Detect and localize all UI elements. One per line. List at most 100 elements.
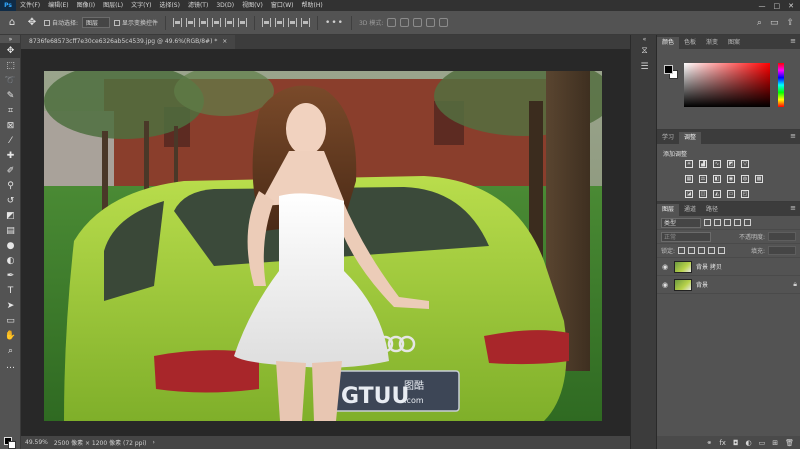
maximize-button[interactable]: □ [774, 2, 781, 10]
color-balance-icon[interactable]: ⚖ [699, 175, 707, 183]
align-top-icon[interactable] [212, 18, 222, 27]
layer-style-icon[interactable]: fx [719, 439, 726, 447]
visibility-eye-icon[interactable]: ◉ [660, 263, 670, 271]
menu-3d[interactable]: 3D(D) [212, 0, 238, 11]
tab-patterns[interactable]: 图案 [723, 37, 745, 49]
canvas-area[interactable]: GTUU 图酷 .com [21, 49, 630, 436]
smart-object-filter-icon[interactable] [744, 219, 751, 226]
auto-select-checkbox[interactable] [44, 19, 50, 26]
search-icon[interactable]: ⌕ [757, 18, 762, 28]
brush-tool-icon[interactable]: ✐ [0, 163, 21, 178]
dodge-tool-icon[interactable]: ◐ [0, 253, 21, 268]
background-color-swatch[interactable] [8, 441, 16, 449]
delete-layer-icon[interactable]: 🗑︎ [785, 439, 794, 447]
lock-image-icon[interactable] [688, 247, 696, 254]
expand-icon[interactable]: « [631, 35, 658, 43]
hue-saturation-icon[interactable]: ▦ [685, 175, 693, 183]
menu-image[interactable]: 图像(I) [73, 0, 99, 11]
menu-view[interactable]: 视图(V) [238, 0, 267, 11]
new-layer-icon[interactable]: ⊞ [772, 439, 778, 447]
auto-select-dropdown[interactable]: 图层 [82, 17, 111, 28]
opacity-input[interactable] [768, 232, 796, 241]
type-tool-icon[interactable]: T [0, 283, 21, 298]
eraser-tool-icon[interactable]: ◩ [0, 208, 21, 223]
marquee-tool-icon[interactable]: ⬚ [0, 58, 21, 73]
panel-menu-icon[interactable]: ≡ [790, 204, 796, 212]
tab-gradients[interactable]: 渐变 [701, 37, 723, 49]
selective-color-icon[interactable]: ◰ [741, 190, 749, 198]
quick-select-tool-icon[interactable]: ✎ [0, 88, 21, 103]
fill-input[interactable] [768, 246, 796, 255]
home-icon[interactable]: ⌂ [4, 16, 20, 30]
invert-icon[interactable]: ◪ [685, 190, 693, 198]
menu-select[interactable]: 选择(S) [155, 0, 184, 11]
tab-learn[interactable]: 学习 [657, 132, 679, 144]
lasso-tool-icon[interactable]: ➰ [0, 73, 21, 88]
layer-row[interactable]: ◉ 背景 🔒︎ [657, 276, 800, 294]
lock-icon[interactable]: 🔒︎ [793, 280, 797, 289]
levels-icon[interactable]: ▟ [699, 160, 707, 168]
visibility-eye-icon[interactable]: ◉ [660, 281, 670, 289]
healing-brush-tool-icon[interactable]: ✚ [0, 148, 21, 163]
new-group-icon[interactable]: ▭ [759, 439, 766, 447]
align-left-icon[interactable] [173, 18, 183, 27]
menu-filter[interactable]: 滤镜(T) [184, 0, 212, 11]
menu-layer[interactable]: 图层(L) [99, 0, 127, 11]
tab-channels[interactable]: 通道 [679, 204, 701, 216]
adjustment-filter-icon[interactable] [714, 219, 721, 226]
close-button[interactable]: ✕ [788, 2, 794, 10]
gradient-map-icon[interactable]: ▭ [727, 190, 735, 198]
crop-tool-icon[interactable]: ⌗ [0, 103, 21, 118]
blend-mode-select[interactable]: 正常 [661, 231, 711, 242]
eyedropper-tool-icon[interactable]: ⁄ [0, 133, 21, 148]
show-transform-checkbox[interactable] [114, 19, 121, 26]
clone-stamp-tool-icon[interactable]: ⚲ [0, 178, 21, 193]
minimize-button[interactable]: — [759, 2, 766, 10]
threshold-icon[interactable]: ◭ [713, 190, 721, 198]
lock-artboard-icon[interactable] [708, 247, 716, 254]
hand-tool-icon[interactable]: ✋ [0, 328, 21, 343]
layer-thumbnail[interactable] [674, 278, 692, 291]
foreground-color-swatch[interactable] [664, 65, 673, 74]
menu-edit[interactable]: 编辑(E) [44, 0, 72, 11]
layer-thumbnail[interactable] [674, 260, 692, 273]
vibrance-icon[interactable]: ▽ [741, 160, 749, 168]
document-canvas[interactable]: GTUU 图酷 .com [44, 71, 602, 421]
layer-name[interactable]: 背景 [696, 280, 789, 289]
layer-kind-select[interactable]: 类型 [661, 217, 701, 228]
curves-icon[interactable]: ∿ [713, 160, 721, 168]
zoom-tool-icon[interactable]: ⌕ [0, 343, 21, 358]
link-layers-icon[interactable]: ⚭ [706, 439, 712, 447]
menu-window[interactable]: 窗口(W) [267, 0, 298, 11]
tab-adjustments[interactable]: 调整 [679, 132, 702, 144]
scale-3d-icon[interactable] [439, 18, 449, 27]
gradient-tool-icon[interactable]: ▤ [0, 223, 21, 238]
auto-select-toggle[interactable]: 自动选择: [44, 18, 78, 27]
lock-position-icon[interactable] [698, 247, 706, 254]
color-lookup-icon[interactable]: ▩ [755, 175, 763, 183]
exposure-icon[interactable]: ◩ [727, 160, 735, 168]
align-bottom-icon[interactable] [238, 18, 248, 27]
roll-3d-icon[interactable] [400, 18, 410, 27]
panel-menu-icon[interactable]: ≡ [790, 37, 796, 45]
pixel-filter-icon[interactable] [704, 219, 711, 226]
collapse-icon[interactable]: » [0, 35, 21, 43]
distribute-icon[interactable] [301, 18, 311, 27]
rotate-3d-icon[interactable] [387, 18, 397, 27]
drag-3d-icon[interactable] [413, 18, 423, 27]
tab-color[interactable]: 颜色 [657, 37, 680, 49]
document-tab[interactable]: 8736fe68573cff7e30ce6326ab5c4539.jpg @ 4… [21, 35, 236, 49]
channel-mixer-icon[interactable]: ◍ [741, 175, 749, 183]
panel-menu-icon[interactable]: ≡ [790, 132, 796, 140]
distribute-icon[interactable] [288, 18, 298, 27]
align-right-icon[interactable] [199, 18, 209, 27]
show-transform-toggle[interactable]: 显示变换控件 [114, 18, 158, 27]
add-mask-icon[interactable]: ◘ [733, 439, 739, 447]
close-tab-button[interactable]: × [222, 38, 227, 45]
share-icon[interactable]: ⇪ [786, 18, 794, 28]
posterize-icon[interactable]: ◫ [699, 190, 707, 198]
shape-filter-icon[interactable] [734, 219, 741, 226]
color-field[interactable] [684, 63, 770, 107]
document-info[interactable]: 2500 像素 × 1200 像素 (72 ppi) [54, 438, 147, 447]
shape-tool-icon[interactable]: ▭ [0, 313, 21, 328]
